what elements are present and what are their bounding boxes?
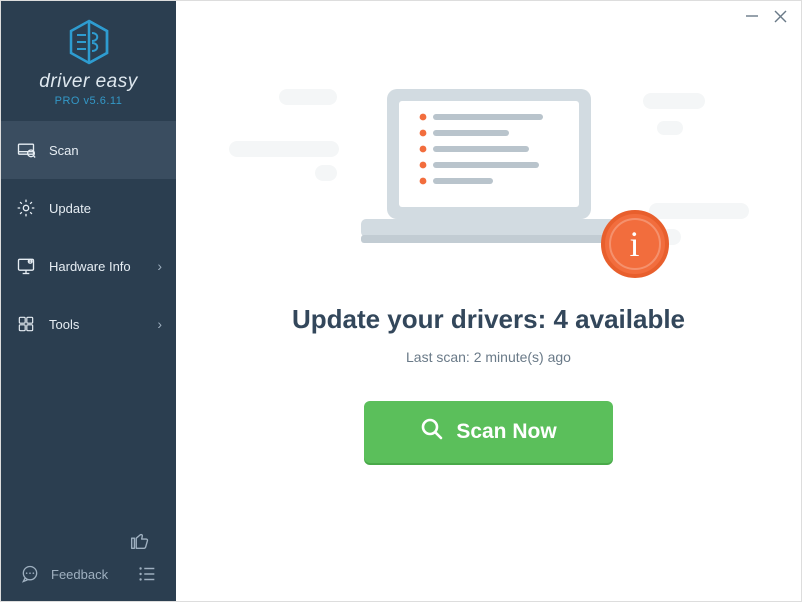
monitor-icon [15, 255, 37, 277]
scan-icon [15, 139, 37, 161]
main-content: i Update your drivers: 4 available Last … [176, 1, 801, 601]
chat-icon[interactable] [17, 561, 43, 587]
scan-button-label: Scan Now [456, 420, 556, 444]
brand-version: PRO v5.6.11 [13, 95, 164, 107]
feedback-label[interactable]: Feedback [51, 567, 108, 582]
sidebar-item-label: Hardware Info [49, 259, 157, 274]
sidebar-item-hardware-info[interactable]: Hardware Info › [1, 237, 176, 295]
chevron-right-icon: › [157, 316, 162, 332]
sidebar-item-update[interactable]: Update [1, 179, 176, 237]
sidebar-item-label: Tools [49, 317, 157, 332]
close-button[interactable] [773, 9, 787, 23]
window-controls [745, 9, 787, 23]
hero-illustration: i [351, 83, 627, 258]
brand-logo-icon [69, 19, 109, 65]
scan-now-button[interactable]: Scan Now [364, 401, 612, 463]
headline: Update your drivers: 4 available [292, 304, 685, 335]
sidebar-nav: Scan Update [1, 121, 176, 353]
list-icon[interactable] [134, 561, 160, 587]
sidebar: driver easy PRO v5.6.11 Scan [1, 1, 176, 601]
minimize-button[interactable] [745, 9, 759, 23]
logo-area: driver easy PRO v5.6.11 [1, 1, 176, 121]
search-icon [420, 417, 444, 447]
sidebar-item-label: Update [49, 201, 162, 216]
last-scan-text: Last scan: 2 minute(s) ago [406, 349, 571, 365]
sidebar-item-label: Scan [49, 143, 162, 158]
gear-icon [15, 197, 37, 219]
app-window: driver easy PRO v5.6.11 Scan [0, 0, 802, 602]
chevron-right-icon: › [157, 258, 162, 274]
info-badge-icon: i [601, 210, 669, 278]
tools-icon [15, 313, 37, 335]
sidebar-item-tools[interactable]: Tools › [1, 295, 176, 353]
sidebar-footer: Feedback [1, 517, 176, 601]
thumbs-up-button[interactable] [126, 527, 152, 553]
brand-name: driver easy [13, 71, 164, 93]
sidebar-item-scan[interactable]: Scan [1, 121, 176, 179]
laptop-icon: i [351, 83, 627, 258]
